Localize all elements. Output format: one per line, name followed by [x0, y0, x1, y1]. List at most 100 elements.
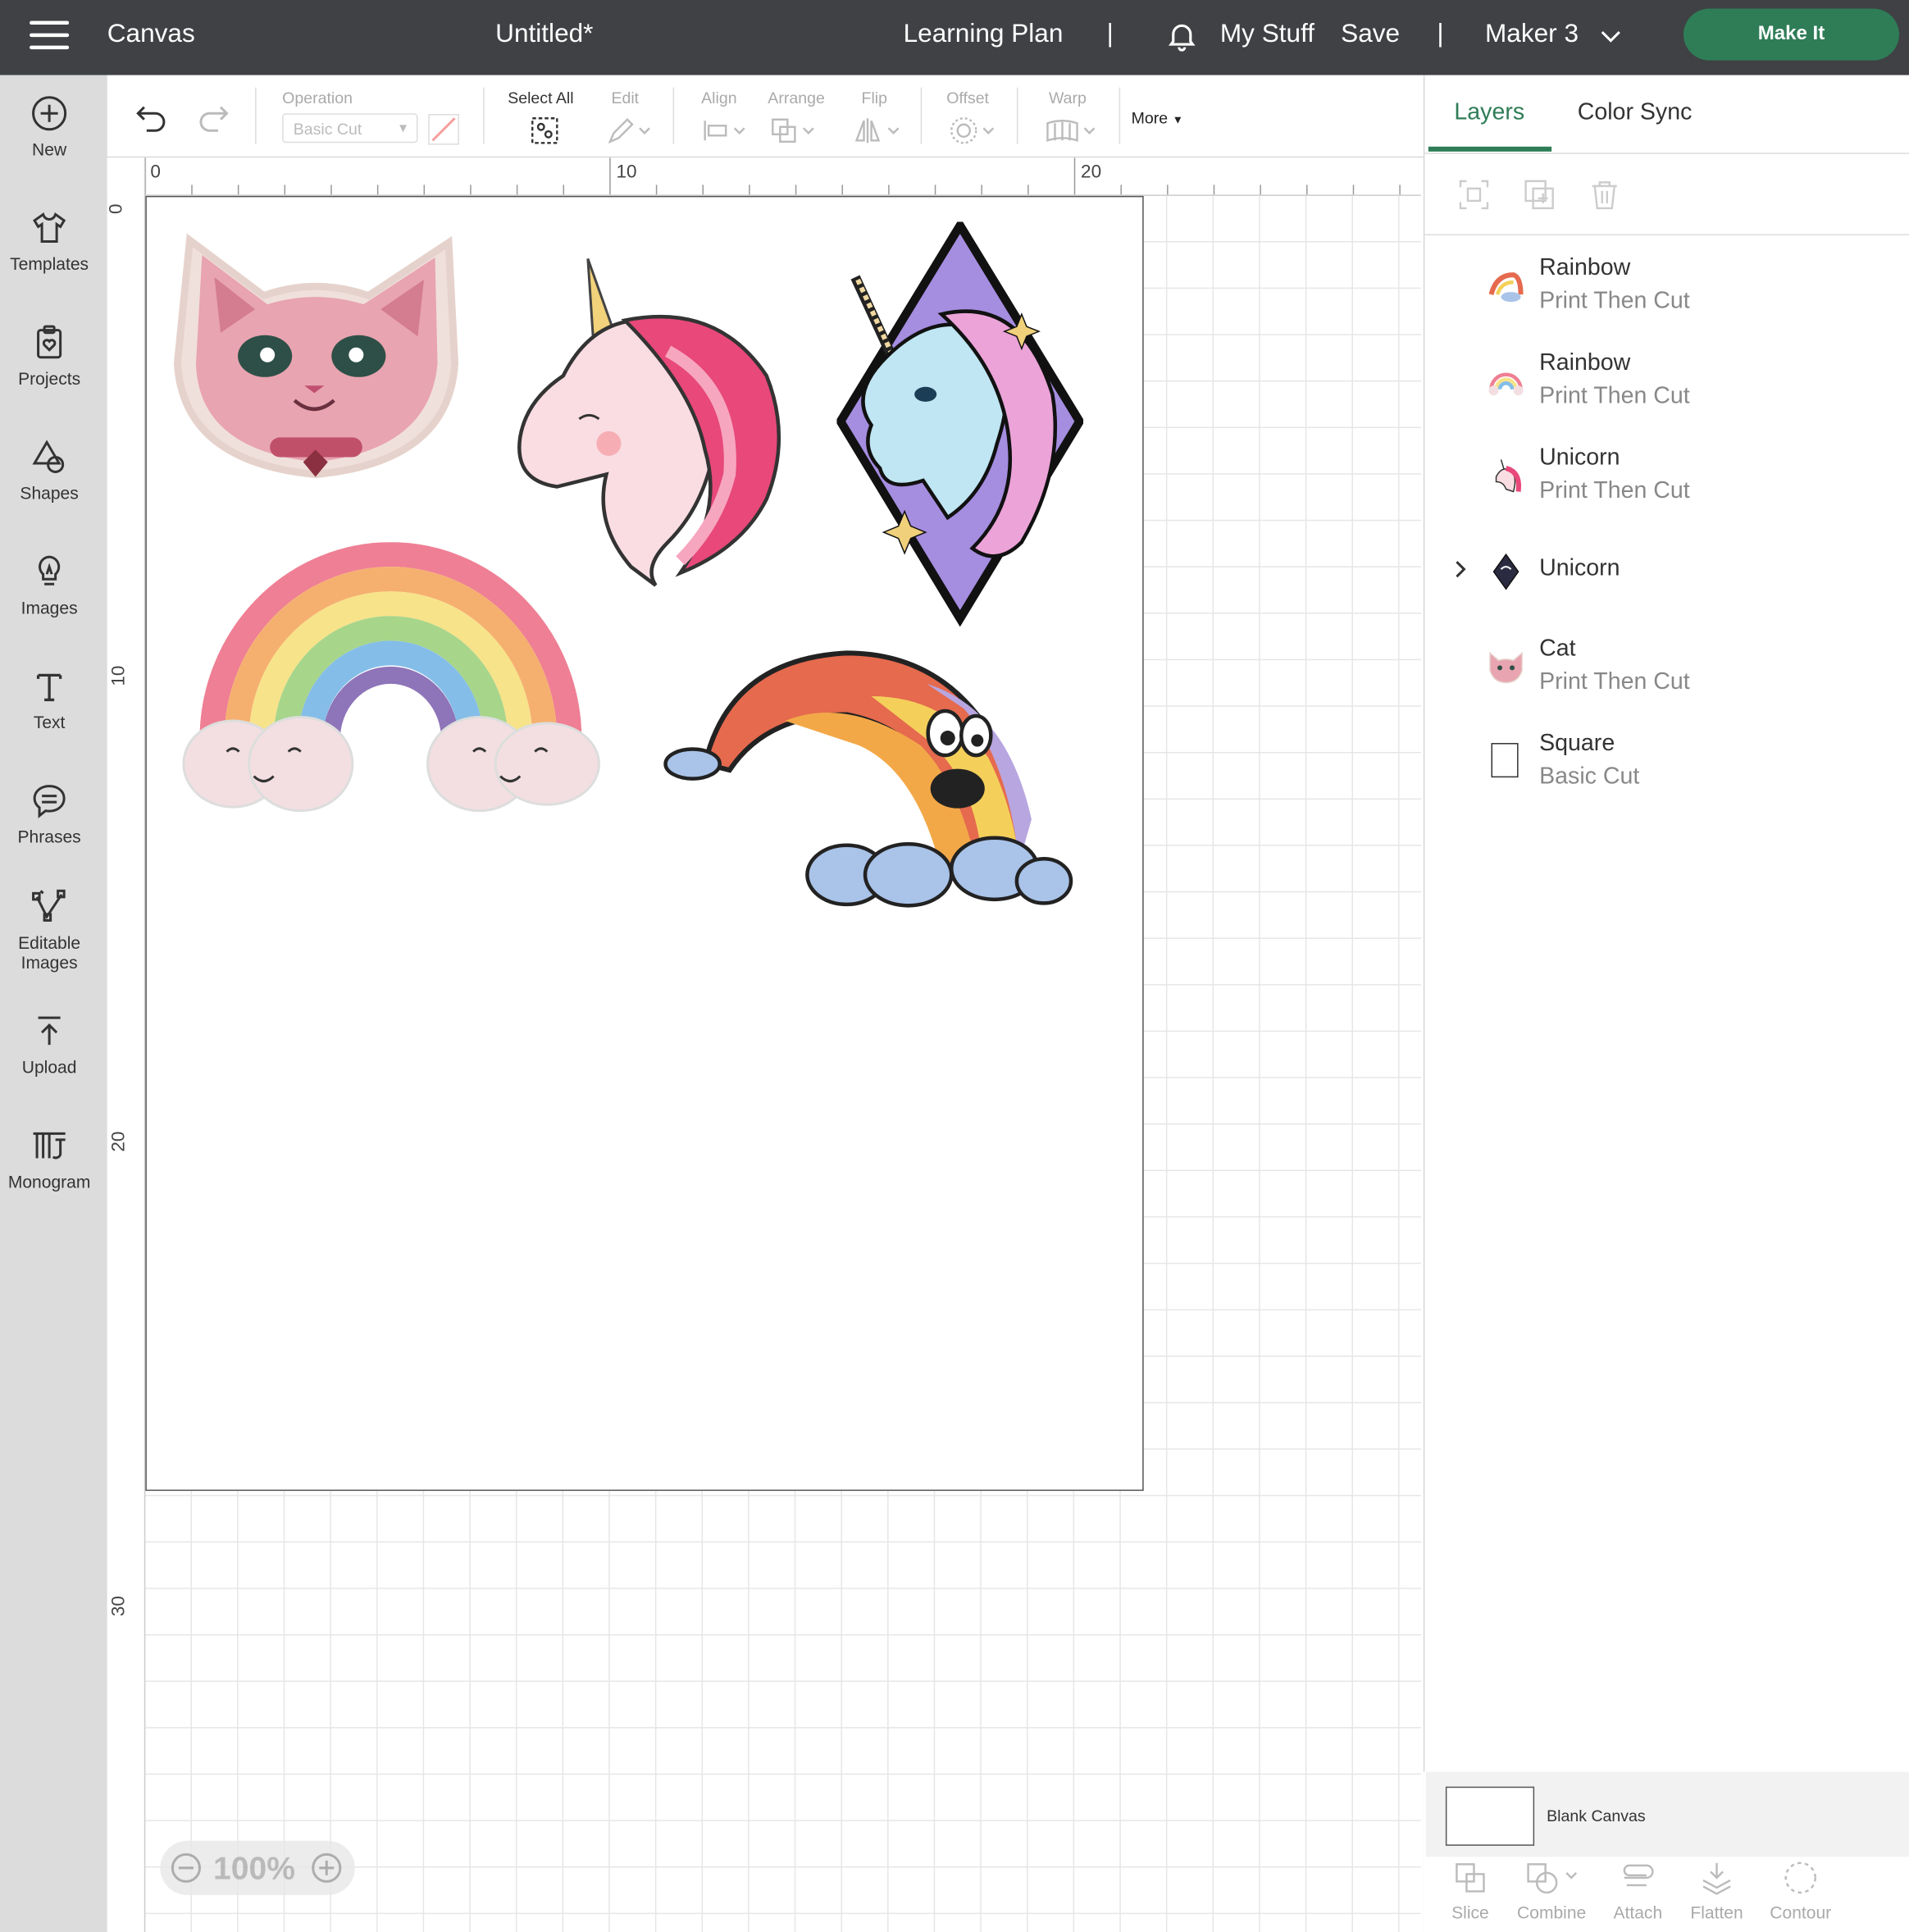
ruler-label: 20 — [108, 1131, 130, 1152]
layer-row[interactable]: Rainbow Print Then Cut — [1424, 348, 1909, 434]
save-button[interactable]: Save — [1341, 20, 1400, 49]
bell-icon[interactable] — [1164, 19, 1199, 53]
layer-operation: Print Then Cut — [1539, 668, 1690, 695]
sidebar-item-editable-images[interactable]: Editable Images — [0, 888, 98, 973]
sidebar-item-new[interactable]: New — [0, 95, 98, 159]
flatten-icon — [1702, 1862, 1731, 1895]
chevron-down-icon[interactable] — [1598, 25, 1623, 49]
ruler-label: 0 — [105, 203, 127, 214]
menu-icon[interactable] — [30, 21, 70, 53]
sidebar-item-text[interactable]: Text — [0, 668, 98, 732]
flip-icon[interactable] — [854, 116, 901, 145]
flip-label: Flip — [861, 89, 888, 107]
tab-color-sync[interactable]: Color Sync — [1578, 100, 1693, 127]
slice-label: Slice — [1451, 1902, 1489, 1922]
edit-pencil-icon[interactable] — [606, 116, 650, 145]
combine-button[interactable]: Combine — [1509, 1861, 1595, 1922]
layer-operation: Print Then Cut — [1539, 383, 1690, 409]
unicorn-diamond-thumb — [1492, 553, 1519, 590]
sidebar-item-shapes[interactable]: Shapes — [0, 439, 98, 503]
sidebar-item-monogram[interactable]: Monogram — [0, 1128, 98, 1192]
layer-row[interactable]: Unicorn Print Then Cut — [1424, 442, 1909, 528]
ruler-label: 0 — [150, 161, 161, 183]
ruler-label: 30 — [108, 1596, 130, 1617]
sidebar-item-label: Monogram — [7, 1171, 91, 1192]
sidebar-item-label: Projects — [18, 368, 81, 389]
sidebar-item-upload[interactable]: Upload — [0, 1013, 98, 1077]
layer-name: Unicorn — [1539, 555, 1620, 582]
sidebar-item-images[interactable]: Images — [0, 554, 98, 617]
my-stuff-link[interactable]: My Stuff — [1220, 20, 1314, 49]
layer-row[interactable]: Rainbow Print Then Cut — [1424, 253, 1909, 339]
offset-icon[interactable] — [949, 116, 996, 145]
upload-icon — [38, 1016, 61, 1046]
zoom-in-icon[interactable] — [311, 1852, 343, 1884]
sidebar-item-label: Upload — [21, 1057, 77, 1078]
align-label: Align — [701, 89, 737, 107]
cat-image[interactable] — [171, 228, 461, 505]
slice-button[interactable]: Slice — [1427, 1861, 1513, 1922]
tab-layers[interactable]: Layers — [1454, 100, 1524, 127]
editable-images-icon — [32, 889, 66, 922]
contour-icon — [1784, 1861, 1816, 1894]
sidebar-item-label: Images — [21, 952, 78, 973]
layer-row[interactable]: Cat Print Then Cut — [1424, 633, 1909, 719]
sidebar-item-projects[interactable]: Projects — [0, 324, 98, 388]
sidebar-item-label: Text — [33, 712, 66, 732]
layer-row-group[interactable]: Unicorn — [1424, 537, 1909, 623]
duplicate-icon[interactable] — [1524, 179, 1556, 211]
rainbow-clouds-image[interactable] — [177, 542, 603, 819]
layer-operation: Basic Cut — [1539, 763, 1640, 791]
group-icon[interactable] — [1458, 179, 1490, 211]
redo-icon[interactable] — [196, 103, 230, 134]
warp-icon[interactable] — [1045, 116, 1096, 145]
layer-name: Cat — [1539, 636, 1576, 662]
rainbow-face-image[interactable] — [662, 647, 1074, 912]
ruler-left: 0 10 20 30 — [105, 157, 146, 1932]
clipboard-heart-icon — [37, 325, 62, 359]
contour-label: Contour — [1770, 1902, 1832, 1922]
zoom-out-icon[interactable] — [170, 1852, 202, 1884]
select-all-icon[interactable] — [530, 116, 559, 145]
canvas-square[interactable] — [145, 195, 1144, 1492]
align-icon[interactable] — [701, 118, 745, 143]
flatten-button[interactable]: Flatten — [1674, 1861, 1760, 1922]
operation-select[interactable]: Basic Cut ▼ — [282, 113, 418, 144]
blank-canvas-row[interactable]: Blank Canvas — [1425, 1771, 1909, 1857]
shirt-icon — [33, 212, 66, 244]
learning-plan-link[interactable]: Learning Plan — [904, 20, 1064, 49]
left-sidebar: New Templates Projects Shapes Images Tex… — [0, 75, 109, 1932]
canvas-color-swatch[interactable] — [1445, 1786, 1535, 1846]
document-title[interactable]: Untitled* — [495, 20, 593, 49]
trash-icon[interactable] — [1588, 179, 1620, 211]
chevron-right-icon[interactable] — [1451, 558, 1469, 581]
ruler-label: 10 — [616, 161, 637, 183]
operation-label: Operation — [282, 89, 353, 107]
more-label: More — [1131, 108, 1169, 127]
layer-row[interactable]: Square Basic Cut — [1424, 728, 1909, 814]
sidebar-item-label: Templates — [10, 253, 89, 274]
blank-canvas-label: Blank Canvas — [1547, 1806, 1646, 1825]
sidebar-item-phrases[interactable]: Phrases — [0, 782, 98, 846]
ruler-ticks — [144, 157, 1401, 195]
sidebar-item-templates[interactable]: Templates — [0, 209, 98, 274]
arrange-icon[interactable] — [769, 116, 816, 145]
sidebar-item-label: Phrases — [17, 827, 81, 847]
sidebar-item-label: Shapes — [20, 482, 79, 504]
more-button[interactable]: More ▼ — [1132, 108, 1183, 127]
pen-color-icon[interactable] — [428, 113, 460, 145]
make-it-button[interactable]: Make It — [1683, 8, 1899, 61]
combine-icon — [1527, 1863, 1578, 1894]
attach-button[interactable]: Attach — [1595, 1861, 1681, 1922]
contour-button[interactable]: Contour — [1757, 1861, 1843, 1922]
flatten-label: Flatten — [1690, 1902, 1743, 1922]
unicorn-pink-image[interactable] — [508, 253, 791, 591]
undo-icon[interactable] — [134, 103, 169, 134]
machine-select[interactable]: Maker 3 — [1485, 20, 1579, 49]
attach-icon — [1623, 1864, 1654, 1887]
select-all-label: Select All — [508, 89, 574, 107]
combine-label: Combine — [1517, 1902, 1587, 1922]
monogram-icon — [33, 1132, 66, 1160]
text-icon — [36, 673, 62, 702]
unicorn-diamond-image[interactable] — [836, 221, 1084, 628]
